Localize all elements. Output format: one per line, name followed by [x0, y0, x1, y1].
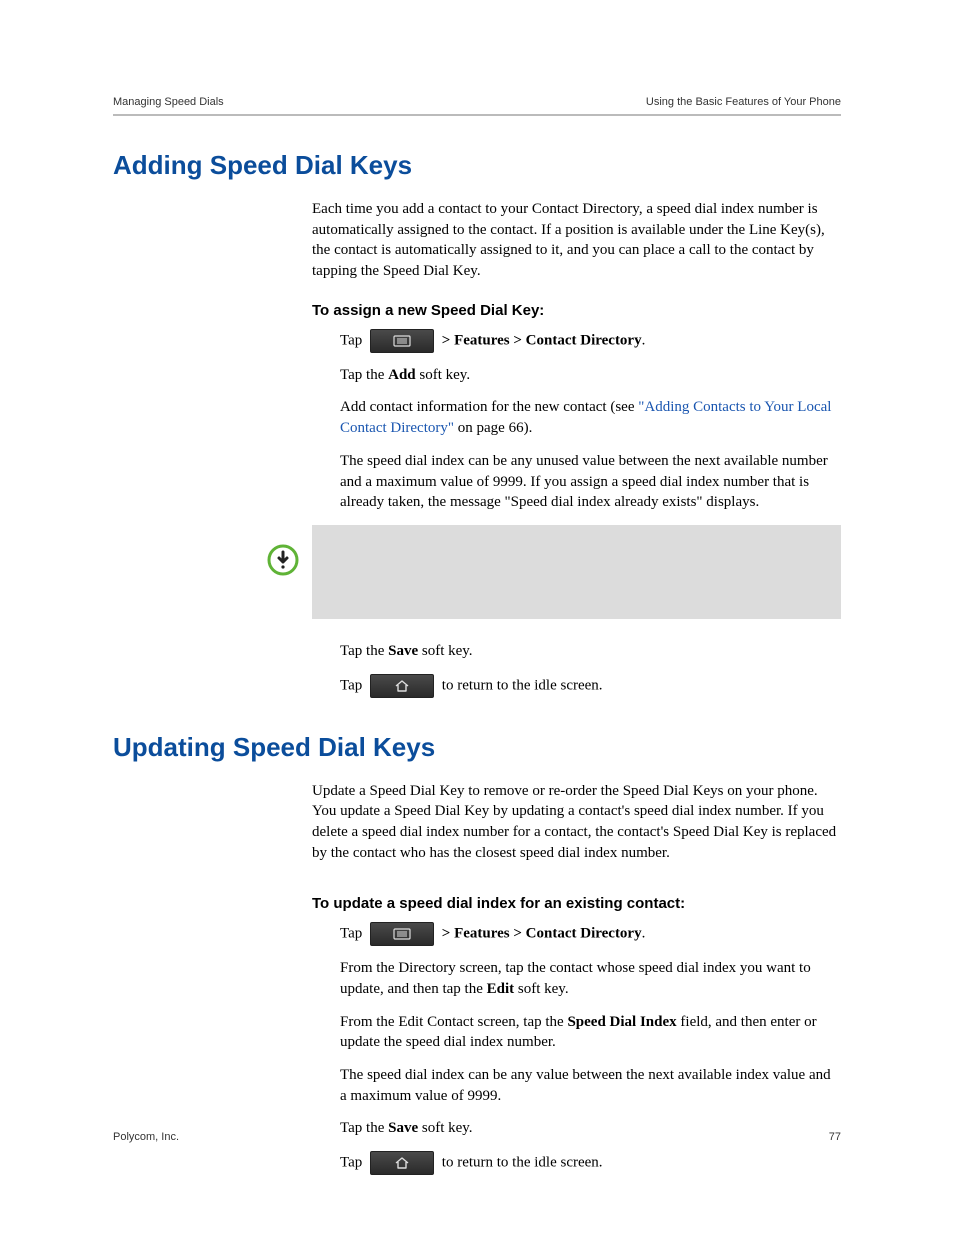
- page-header: Managing Speed Dials Using the Basic Fea…: [113, 96, 841, 116]
- note-icon: [266, 543, 300, 577]
- menu-icon: [370, 922, 434, 946]
- note-icon-wrap: [254, 525, 312, 577]
- footer-left: Polycom, Inc.: [113, 1131, 179, 1143]
- menu-icon: [370, 329, 434, 353]
- s2-subhead: To update a speed dial index for an exis…: [312, 895, 841, 912]
- s2-step1: Tap > Features > Contact Directory.: [340, 922, 841, 946]
- section1-body: Each time you add a contact to your Cont…: [312, 199, 841, 698]
- home-icon: [370, 674, 434, 698]
- s1-step5-bold: Save: [388, 643, 418, 659]
- s1-step6-post: to return to the idle screen.: [442, 677, 603, 693]
- s2-step2-pre: From the Directory screen, tap the conta…: [340, 960, 811, 997]
- s1-step1-path: > Features > Contact Directory: [442, 332, 642, 348]
- s1-step1: Tap > Features > Contact Directory.: [340, 329, 841, 353]
- s2-step3: From the Edit Contact screen, tap the Sp…: [340, 1012, 841, 1053]
- s1-step2-post: soft key.: [416, 367, 470, 383]
- s2-step3-bold: Speed Dial Index: [567, 1014, 676, 1030]
- s1-intro: Each time you add a contact to your Cont…: [312, 199, 841, 282]
- page: Managing Speed Dials Using the Basic Fea…: [0, 0, 954, 1235]
- section2-body: Update a Speed Dial Key to remove or re-…: [312, 781, 841, 1176]
- s1-step6: Tap to return to the idle screen.: [340, 674, 841, 698]
- s1-step2-bold: Add: [388, 367, 416, 383]
- s1-step1-pre: Tap: [340, 332, 366, 348]
- s2-step1-end: .: [642, 926, 646, 942]
- page-footer: Polycom, Inc. 77: [113, 1131, 841, 1143]
- heading-updating-speed-dial: Updating Speed Dial Keys: [113, 732, 841, 763]
- s2-step6-post: to return to the idle screen.: [442, 1155, 603, 1171]
- note-row: [254, 525, 841, 619]
- s2-step3-pre: From the Edit Contact screen, tap the: [340, 1014, 567, 1030]
- s2-step2-bold: Edit: [487, 981, 515, 997]
- s2-intro: Update a Speed Dial Key to remove or re-…: [312, 781, 841, 864]
- s2-step6: Tap to return to the idle screen.: [340, 1151, 841, 1175]
- s2-step4: The speed dial index can be any value be…: [340, 1065, 841, 1106]
- s1-step4: The speed dial index can be any unused v…: [340, 451, 841, 513]
- header-left: Managing Speed Dials: [113, 96, 224, 108]
- s1-step3-pre: Add contact information for the new cont…: [340, 399, 638, 415]
- s2-step2-post: soft key.: [514, 981, 568, 997]
- s1-step2-pre: Tap the: [340, 367, 388, 383]
- s1-step1-end: .: [642, 332, 646, 348]
- s1-step5: Tap the Save soft key.: [340, 641, 841, 662]
- s2-step1-path: > Features > Contact Directory: [442, 926, 642, 942]
- s2-step1-pre: Tap: [340, 926, 366, 942]
- s1-step3-post: on page 66).: [454, 420, 532, 436]
- s1-subhead: To assign a new Speed Dial Key:: [312, 302, 841, 319]
- s1-step6-pre: Tap: [340, 677, 366, 693]
- s2-step6-pre: Tap: [340, 1155, 366, 1171]
- s1-step5-pre: Tap the: [340, 643, 388, 659]
- heading-adding-speed-dial: Adding Speed Dial Keys: [113, 150, 841, 181]
- header-right: Using the Basic Features of Your Phone: [646, 96, 841, 108]
- note-box: [312, 525, 841, 619]
- s1-step5-post: soft key.: [418, 643, 472, 659]
- s1-step3: Add contact information for the new cont…: [340, 397, 841, 438]
- home-icon: [370, 1151, 434, 1175]
- s1-step2: Tap the Add soft key.: [340, 365, 841, 386]
- footer-page-num: 77: [829, 1131, 841, 1143]
- s2-step2: From the Directory screen, tap the conta…: [340, 958, 841, 999]
